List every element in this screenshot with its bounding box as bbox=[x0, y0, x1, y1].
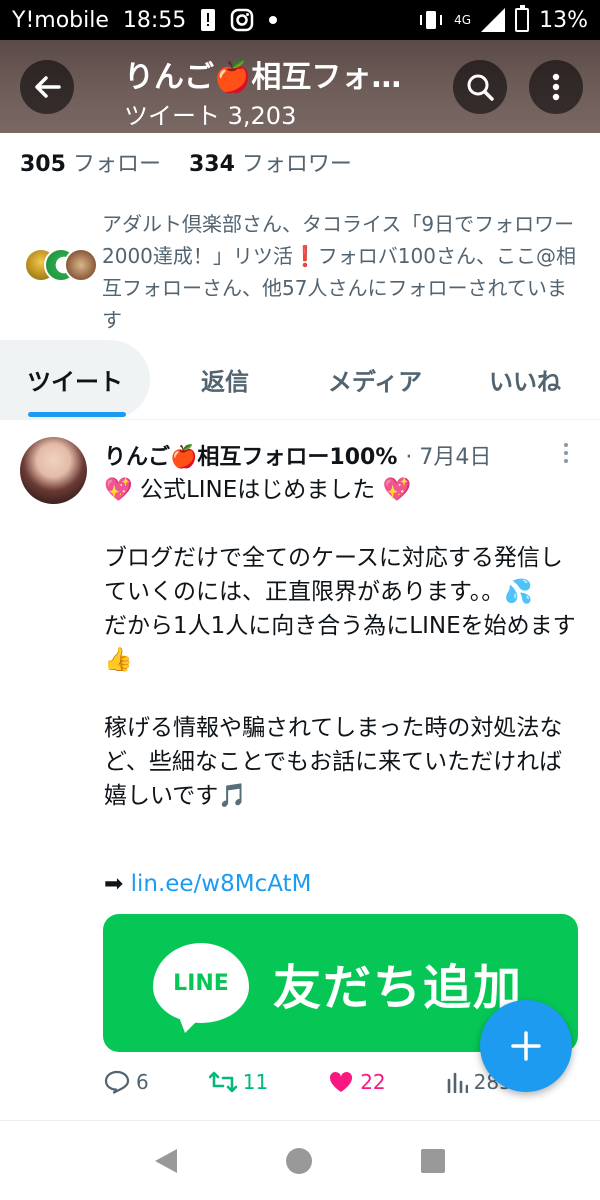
status-bar: Y!mobile 18:55 4G 13% bbox=[0, 0, 600, 40]
search-button[interactable] bbox=[453, 60, 507, 114]
following-link[interactable]: 305 フォロー bbox=[20, 146, 161, 178]
tab-tweets[interactable]: ツイート bbox=[0, 340, 150, 419]
battery-icon bbox=[515, 5, 530, 32]
tab-media[interactable]: メディア bbox=[300, 340, 450, 419]
retweet-icon bbox=[208, 1071, 237, 1093]
dot-icon bbox=[564, 443, 568, 447]
system-nav-bar bbox=[0, 1120, 600, 1200]
nav-home-icon[interactable] bbox=[285, 1147, 312, 1174]
tweet-date[interactable]: · 7月4日 bbox=[405, 439, 491, 471]
followed-by[interactable]: アダルト倶楽部さん、タコライス「9日でフォロワー2000達成！」リツ活❗フォロバ… bbox=[24, 208, 584, 336]
followers-count: 334 bbox=[188, 152, 235, 177]
followed-by-avatars bbox=[24, 208, 102, 328]
network-label: 4G bbox=[454, 13, 472, 27]
arrow-right-icon: ➡ bbox=[104, 871, 124, 897]
avatar[interactable] bbox=[20, 437, 87, 504]
retweet-button[interactable]: 11 bbox=[208, 1070, 269, 1094]
battery-label: 13% bbox=[539, 7, 588, 33]
reply-icon bbox=[104, 1070, 130, 1094]
add-friend-label: 友だち追加 bbox=[273, 960, 524, 1016]
search-icon bbox=[467, 74, 494, 101]
dot-icon bbox=[564, 451, 568, 455]
tab-likes[interactable]: いいね bbox=[450, 340, 600, 419]
instagram-icon bbox=[230, 8, 254, 32]
carrier-label: Y!mobile bbox=[12, 7, 109, 33]
clock: 18:55 bbox=[122, 7, 187, 33]
dot-icon bbox=[564, 459, 568, 463]
retweet-count: 11 bbox=[242, 1070, 269, 1094]
tweet-author[interactable]: りんご🍎相互フォロー100% bbox=[104, 439, 397, 471]
heart-icon bbox=[330, 1071, 353, 1092]
like-button[interactable]: 22 bbox=[328, 1070, 386, 1094]
reply-count: 6 bbox=[136, 1070, 149, 1094]
tweet-count: ツイート 3,203 bbox=[124, 102, 297, 130]
arrow-left-icon bbox=[35, 76, 61, 98]
more-vertical-icon bbox=[552, 73, 560, 101]
profile-name: りんご🍎相互フォ… bbox=[124, 60, 402, 95]
tweet-header: りんご🍎相互フォロー100% · 7月4日 bbox=[104, 439, 491, 471]
vibrate-icon bbox=[418, 8, 444, 32]
line-logo: LINE bbox=[153, 943, 249, 1033]
following-count: 305 bbox=[20, 152, 66, 177]
notification-dot-icon bbox=[268, 15, 278, 25]
compose-tweet-button[interactable] bbox=[480, 1000, 572, 1092]
followers-label: フォロワー bbox=[241, 152, 352, 177]
alert-icon bbox=[200, 8, 216, 32]
tweet-link-line: ➡ lin.ee/w8McAtM bbox=[104, 871, 311, 897]
like-count: 22 bbox=[360, 1070, 386, 1094]
plus-icon bbox=[511, 1031, 541, 1061]
nav-recents-icon[interactable] bbox=[421, 1148, 446, 1173]
analytics-icon bbox=[447, 1072, 468, 1093]
tweet-more-button[interactable] bbox=[556, 441, 576, 465]
signal-icon bbox=[481, 8, 506, 32]
tweet-link[interactable]: lin.ee/w8McAtM bbox=[131, 871, 312, 897]
avatar bbox=[64, 248, 98, 282]
nav-back-icon[interactable] bbox=[154, 1148, 177, 1173]
followed-by-text: アダルト倶楽部さん、タコライス「9日でフォロワー2000達成！」リツ活❗フォロバ… bbox=[102, 212, 576, 332]
followers-link[interactable]: 334 フォロワー bbox=[189, 146, 352, 178]
profile-tabs: ツイート 返信 メディア いいね bbox=[0, 340, 600, 420]
more-options-button[interactable] bbox=[529, 60, 583, 114]
follow-stats: 305 フォロー 334 フォロワー bbox=[20, 146, 352, 178]
back-button[interactable] bbox=[20, 60, 74, 114]
tab-replies[interactable]: 返信 bbox=[150, 340, 300, 419]
reply-button[interactable]: 6 bbox=[104, 1070, 149, 1094]
tweet-text: 💖 公式LINEはじめました 💖 ブログだけで全てのケースに対応する発信していく… bbox=[104, 477, 576, 809]
following-label: フォロー bbox=[72, 152, 161, 177]
profile-header: りんご🍎相互フォ… ツイート 3,203 bbox=[0, 40, 600, 133]
